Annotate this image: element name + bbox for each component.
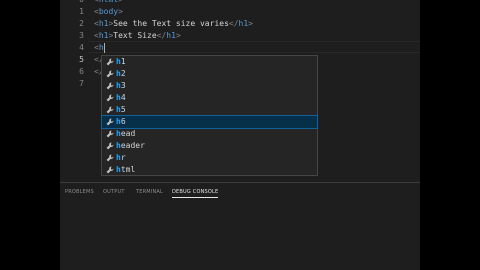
- suggestion-item[interactable]: header: [102, 140, 317, 152]
- line-number: 4: [79, 43, 84, 52]
- line-number: 2: [79, 19, 84, 28]
- suggestion-item-selected[interactable]: h6: [101, 115, 318, 129]
- code-line[interactable]: <body>: [94, 6, 123, 18]
- suggestion-label: header: [116, 141, 145, 150]
- text-cursor: [103, 42, 105, 53]
- wrench-icon: [106, 154, 114, 162]
- wrench-icon: [106, 58, 114, 66]
- suggestion-label: hr: [116, 153, 126, 162]
- suggestion-item[interactable]: h3: [102, 80, 317, 92]
- line-number: 6: [79, 67, 84, 76]
- suggestion-label: h3: [116, 81, 126, 90]
- line-number-gutter: 0 1 2 3 4 5 6 7: [60, 0, 88, 182]
- wrench-icon: [106, 142, 114, 150]
- line-number: 3: [79, 31, 84, 40]
- suggestion-widget: h1 h2 h3 h4 h5 h6 head header hr html: [101, 55, 318, 176]
- wrench-icon: [106, 166, 114, 174]
- line-number-current: 5: [79, 55, 84, 64]
- suggestion-label: h5: [116, 105, 126, 114]
- suggestion-item[interactable]: h5: [102, 104, 317, 116]
- code-line-current[interactable]: <h: [94, 42, 105, 54]
- tab-output[interactable]: OUTPUT: [103, 188, 125, 196]
- code-line[interactable]: <h1>See the Text size varies</h1>: [94, 18, 253, 30]
- suggestion-item[interactable]: head: [102, 128, 317, 140]
- wrench-icon: [106, 118, 114, 126]
- suggestion-item[interactable]: html: [102, 164, 317, 176]
- panel-divider: [60, 182, 420, 183]
- code-line[interactable]: <h1>Text Size</h1>: [94, 30, 181, 42]
- wrench-icon: [106, 82, 114, 90]
- tab-terminal[interactable]: TERMINAL: [136, 188, 163, 196]
- suggestion-label: html: [116, 165, 136, 174]
- suggestion-label: h1: [116, 57, 126, 66]
- suggestion-label: h2: [116, 69, 126, 78]
- suggestion-item[interactable]: hr: [102, 152, 317, 164]
- tab-debug-console[interactable]: DEBUG CONSOLE: [172, 188, 219, 198]
- line-number: 1: [79, 7, 84, 16]
- line-number: 7: [79, 79, 84, 88]
- suggestion-label: h6: [116, 117, 126, 126]
- wrench-icon: [106, 106, 114, 114]
- tab-problems[interactable]: PROBLEMS: [65, 188, 94, 196]
- suggestion-label: head: [116, 129, 136, 138]
- suggestion-item[interactable]: h1: [102, 56, 317, 68]
- wrench-icon: [106, 70, 114, 78]
- wrench-icon: [106, 130, 114, 138]
- suggestion-item[interactable]: h4: [102, 92, 317, 104]
- wrench-icon: [106, 94, 114, 102]
- suggestion-label: h4: [116, 93, 126, 102]
- panel-tab-bar: PROBLEMS OUTPUT TERMINAL DEBUG CONSOLE: [60, 186, 420, 200]
- suggestion-item[interactable]: h2: [102, 68, 317, 80]
